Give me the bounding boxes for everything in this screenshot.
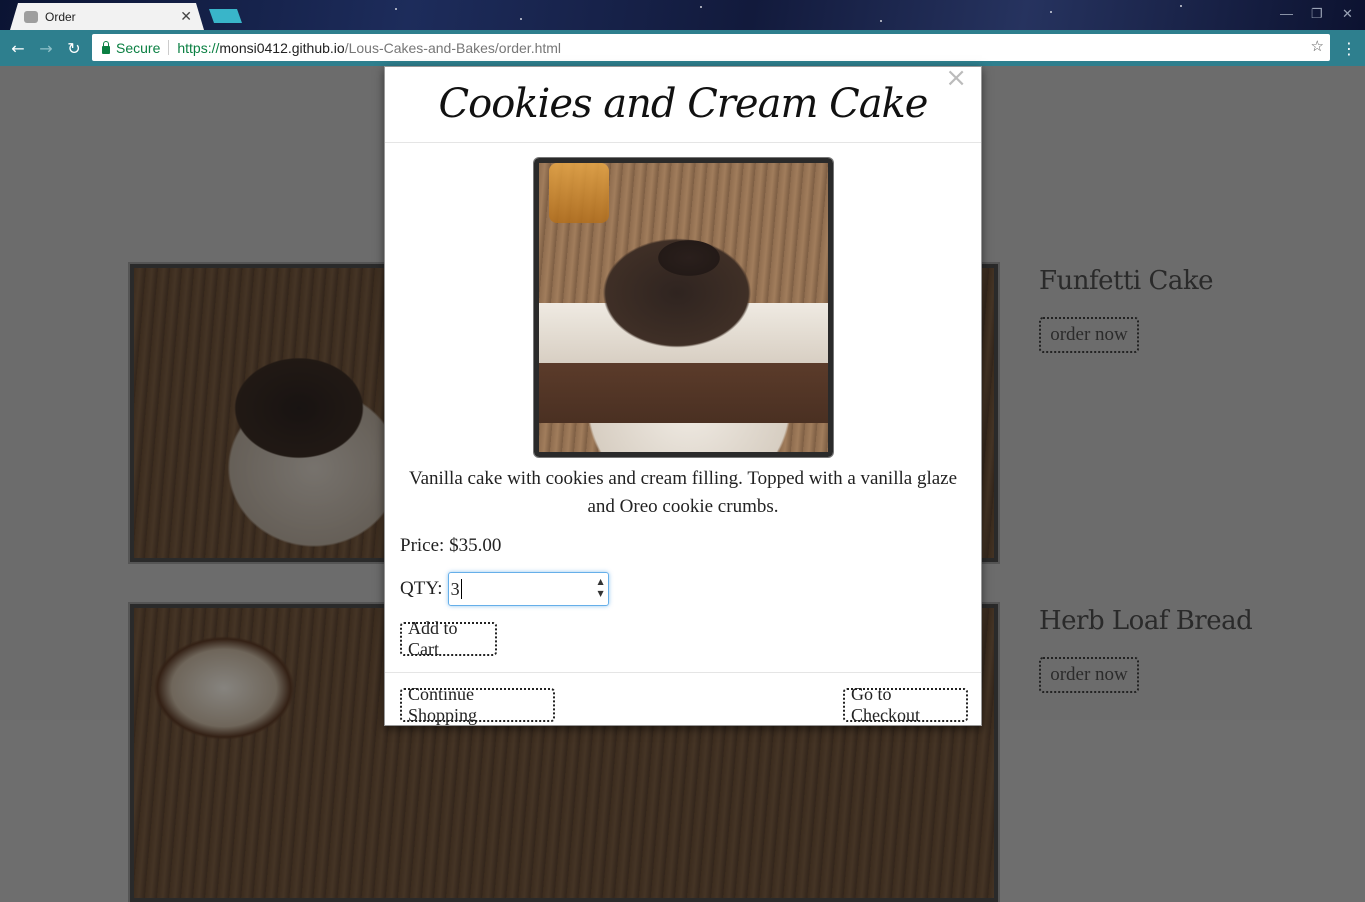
go-to-checkout-button[interactable]: Go to Checkout bbox=[843, 684, 968, 725]
continue-shopping-button[interactable]: Continue Shopping bbox=[400, 684, 555, 725]
quantity-stepper[interactable]: ▲ ▼ bbox=[597, 576, 603, 600]
text-caret bbox=[460, 579, 462, 599]
new-tab-button[interactable] bbox=[209, 9, 242, 23]
order-now-button[interactable]: order now bbox=[1039, 657, 1139, 693]
browser-toolbar: ← → ↻ Secure https:// monsi0412.github.i… bbox=[0, 30, 1365, 66]
bookmark-star-icon[interactable]: ☆ bbox=[1311, 37, 1324, 55]
reload-icon[interactable]: ↻ bbox=[60, 39, 88, 58]
add-to-cart-button[interactable]: Add to Cart bbox=[400, 618, 497, 659]
modal-product-image bbox=[534, 158, 833, 457]
browser-tab[interactable]: Order ✕ bbox=[10, 3, 204, 30]
quantity-row: QTY: 3 ▲ ▼ bbox=[400, 572, 609, 606]
window-close-icon[interactable]: ✕ bbox=[1342, 6, 1353, 22]
background-star bbox=[520, 18, 522, 20]
quantity-value: 3 bbox=[450, 578, 460, 599]
modal-title: Cookies and Cream Cake bbox=[438, 81, 929, 127]
page-favicon-icon bbox=[24, 10, 38, 23]
spin-up-icon[interactable]: ▲ bbox=[597, 576, 603, 588]
forward-icon[interactable]: → bbox=[32, 39, 60, 58]
spin-down-icon[interactable]: ▼ bbox=[597, 588, 603, 600]
product-description: Vanilla cake with cookies and cream fill… bbox=[408, 468, 958, 517]
quantity-label: QTY: bbox=[400, 578, 443, 599]
order-now-button[interactable]: order now bbox=[1039, 317, 1139, 353]
product-modal: Cookies and Cream Cake × Vanilla cake wi… bbox=[384, 63, 982, 727]
back-icon[interactable]: ← bbox=[4, 39, 32, 58]
background-star bbox=[1180, 5, 1182, 7]
browser-menu-icon[interactable]: ⋮ bbox=[1341, 39, 1357, 58]
tab-title: Order bbox=[45, 9, 76, 24]
url-scheme: https:// bbox=[177, 39, 220, 56]
tab-strip: Order ✕ — ❐ ✕ bbox=[0, 0, 1365, 30]
tab-close-icon[interactable]: ✕ bbox=[180, 8, 192, 25]
url-path: /Lous-Cakes-and-Bakes/order.html bbox=[344, 39, 562, 56]
divider bbox=[168, 40, 170, 55]
quantity-input[interactable]: 3 ▲ ▼ bbox=[447, 572, 609, 606]
background-star bbox=[1050, 11, 1052, 13]
product-price: Price: $35.00 bbox=[400, 535, 502, 556]
secure-label: Secure bbox=[116, 39, 161, 56]
product-name: Funfetti Cake bbox=[1039, 266, 1214, 296]
modal-footer: Continue Shopping Go to Checkout bbox=[385, 672, 981, 727]
url-host: monsi0412.github.io bbox=[219, 39, 345, 56]
background-star bbox=[395, 8, 397, 10]
address-bar[interactable]: Secure https:// monsi0412.github.io /Lou… bbox=[92, 34, 1330, 61]
product-name: Herb Loaf Bread bbox=[1039, 606, 1253, 636]
lock-icon bbox=[102, 40, 110, 54]
background-star bbox=[880, 20, 882, 22]
restore-icon[interactable]: ❐ bbox=[1311, 6, 1323, 22]
close-icon[interactable]: × bbox=[945, 63, 967, 93]
cookies-and-cream-cake-photo bbox=[539, 163, 828, 452]
minimize-icon[interactable]: — bbox=[1280, 6, 1293, 21]
background-star bbox=[700, 6, 702, 8]
modal-header: Cookies and Cream Cake × bbox=[385, 63, 981, 143]
